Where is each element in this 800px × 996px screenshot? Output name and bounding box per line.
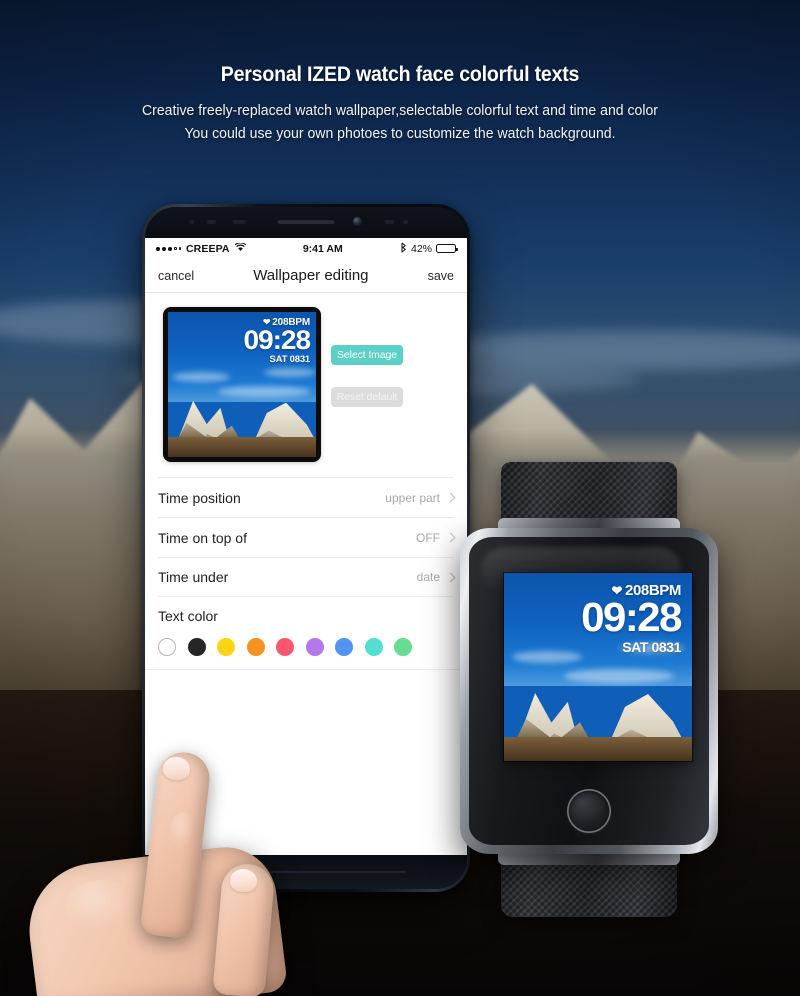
text-color-label: Text color — [158, 608, 218, 624]
status-bar-time: 9:41 AM — [302, 242, 343, 255]
text-color-section: Text color — [145, 597, 467, 669]
bluetooth-icon — [400, 242, 407, 256]
table-row[interactable]: Time position upper part — [158, 477, 456, 517]
earpiece-speaker — [277, 219, 335, 224]
color-swatch-purple[interactable] — [305, 638, 324, 656]
cancel-button[interactable]: cancel — [158, 269, 194, 283]
table-row[interactable]: Time on top of OFF — [158, 517, 456, 557]
watch-face-overlay: ❤ 208BPM 09:28 SAT 0831 — [581, 582, 682, 655]
preview-area: ❤ 208BPM 09:28 SAT 0831 Select Image Res… — [145, 293, 467, 477]
preview-action-buttons: Select Image Reset default — [331, 345, 403, 407]
signal-strength-icon — [156, 246, 181, 251]
watch-time: 09:28 — [581, 594, 682, 640]
subtitle-line-1: Creative freely-replaced watch wallpaper… — [141, 103, 658, 120]
chevron-right-icon — [445, 492, 456, 503]
battery-percent-label: 42% — [410, 242, 432, 255]
wallpaper-preview[interactable]: ❤ 208BPM 09:28 SAT 0831 — [163, 307, 321, 462]
nav-bar: cancel Wallpaper editing save — [145, 259, 467, 293]
chevron-right-icon — [445, 532, 456, 543]
preview-watch-face: ❤ 208BPM 09:28 SAT 0831 — [168, 312, 316, 457]
color-swatch-white[interactable] — [158, 638, 176, 656]
row-label: Time position — [158, 489, 241, 506]
carrier-label: CREEPA — [186, 242, 230, 255]
headline-block: Personal IZED watch face colorful texts … — [0, 62, 800, 145]
watch-case: ❤ 208BPM 09:28 SAT 0831 — [460, 528, 718, 854]
battery-icon — [436, 244, 458, 253]
row-value: upper part — [385, 490, 440, 505]
smartwatch-device: ❤ 208BPM 09:28 SAT 0831 — [455, 462, 723, 917]
front-camera-icon — [353, 217, 362, 226]
preview-time: 09:28 — [243, 325, 311, 355]
watch-case-inner: ❤ 208BPM 09:28 SAT 0831 — [469, 537, 709, 845]
pointing-hand — [21, 749, 360, 996]
color-swatch-black[interactable] — [187, 638, 206, 656]
settings-list: Time position upper part Time on top of … — [145, 477, 467, 597]
color-swatch-cyan[interactable] — [364, 638, 383, 656]
subtitle-line-2: You could use your own photoes to custom… — [184, 125, 616, 142]
save-button[interactable]: save — [428, 269, 454, 283]
color-swatch-blue[interactable] — [335, 638, 353, 656]
row-value: OFF — [416, 530, 440, 545]
reset-default-button[interactable]: Reset default — [331, 387, 403, 407]
wifi-icon — [234, 241, 246, 255]
screen-title: Wallpaper editing — [253, 267, 369, 284]
section-divider — [145, 669, 467, 670]
row-value: date — [416, 570, 440, 584]
phone-top-bezel — [145, 207, 467, 238]
chevron-right-icon — [445, 572, 456, 582]
color-swatch-pink[interactable] — [276, 638, 294, 656]
select-image-button[interactable]: Select Image — [331, 345, 403, 365]
watch-home-button[interactable] — [567, 789, 611, 833]
watch-screen[interactable]: ❤ 208BPM 09:28 SAT 0831 — [504, 573, 692, 761]
color-swatch-green[interactable] — [394, 638, 412, 656]
color-swatch-yellow[interactable] — [217, 638, 235, 656]
watch-date: SAT 0831 — [622, 638, 681, 655]
table-row[interactable]: Time under date — [158, 557, 456, 597]
page-title: Personal IZED watch face colorful texts — [220, 63, 580, 86]
status-bar: CREEPA 9:41 AM 42% — [145, 238, 467, 259]
color-swatch-orange[interactable] — [246, 638, 265, 656]
preview-face-overlay: ❤ 208BPM 09:28 SAT 0831 — [243, 317, 311, 365]
color-swatch-list — [158, 638, 454, 669]
row-label: Time on top of — [158, 529, 247, 546]
row-label: Time under — [158, 569, 229, 585]
preview-date: SAT 0831 — [269, 353, 311, 365]
